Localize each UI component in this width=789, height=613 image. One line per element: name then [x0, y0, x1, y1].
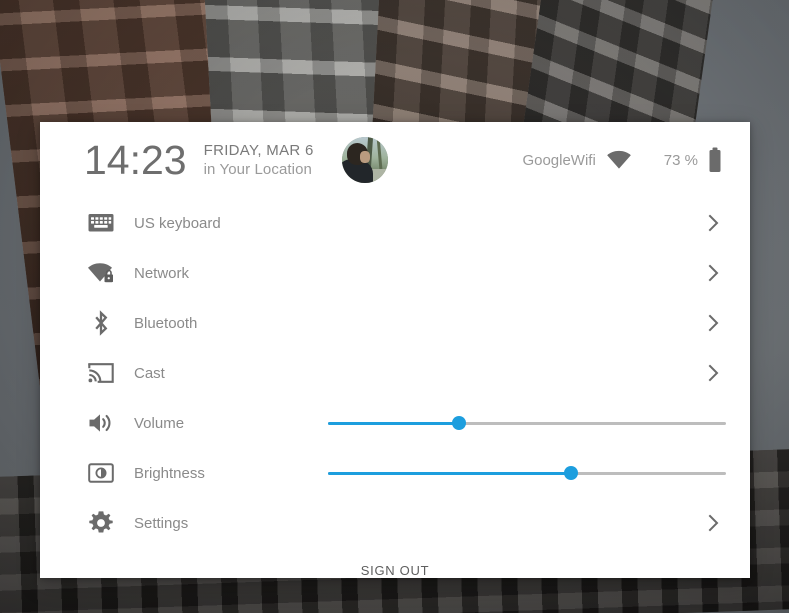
- tray-row-label: Bluetooth: [134, 314, 198, 332]
- tray-row-label: Network: [134, 264, 190, 282]
- chevron-right-icon[interactable]: [702, 211, 726, 235]
- battery-full-icon: [708, 147, 722, 173]
- desktop-wallpaper: 14:23 FRIDAY, MAR 6 in Your Location Goo…: [0, 0, 789, 613]
- battery-percent-label: 73 %: [663, 151, 698, 169]
- slider-thumb[interactable]: [452, 416, 467, 430]
- brightness-icon[interactable]: [84, 456, 118, 490]
- tray-header: 14:23 FRIDAY, MAR 6 in Your Location Goo…: [40, 122, 750, 198]
- wifi-icon: [606, 150, 632, 170]
- system-tray-panel: 14:23 FRIDAY, MAR 6 in Your Location Goo…: [40, 122, 750, 578]
- sign-out-bar: SIGN OUT: [40, 548, 750, 592]
- network-name-label: GoogleWifi: [522, 151, 596, 169]
- brightness-slider[interactable]: [328, 456, 726, 490]
- tray-row-keyboard[interactable]: US keyboard: [40, 198, 750, 248]
- chevron-right-icon[interactable]: [702, 361, 726, 385]
- chevron-right-icon[interactable]: [702, 311, 726, 335]
- cast-icon: [84, 356, 118, 390]
- avatar-person-face: [360, 150, 371, 163]
- tray-row-bluetooth[interactable]: Bluetooth: [40, 298, 750, 348]
- slider-thumb[interactable]: [563, 466, 578, 480]
- tray-row-label: Cast: [134, 364, 165, 382]
- sign-out-button[interactable]: SIGN OUT: [361, 563, 429, 578]
- clock-time: 14:23: [84, 136, 187, 183]
- location-label: in Your Location: [203, 161, 312, 178]
- tray-row-label: Settings: [134, 514, 189, 532]
- volume-icon[interactable]: [84, 406, 118, 440]
- tray-row-label: US keyboard: [134, 214, 221, 232]
- slider-fill: [328, 471, 571, 475]
- tray-row-label: Volume: [134, 414, 185, 432]
- chevron-right-icon[interactable]: [702, 261, 726, 285]
- wifi-lock-icon: [84, 256, 118, 290]
- settings-gear-icon: [84, 506, 118, 540]
- tray-row-volume[interactable]: Volume: [40, 398, 750, 448]
- slider-fill: [328, 421, 460, 425]
- tray-row-network[interactable]: Network: [40, 248, 750, 298]
- tray-row-brightness[interactable]: Brightness: [40, 448, 750, 498]
- tray-row-cast[interactable]: Cast: [40, 348, 750, 398]
- tray-rows: US keyboard Network Bluetooth Cast Volum…: [40, 198, 750, 548]
- volume-slider[interactable]: [328, 406, 726, 440]
- chevron-right-icon[interactable]: [702, 511, 726, 535]
- keyboard-icon: [84, 206, 118, 240]
- tray-row-settings[interactable]: Settings: [40, 498, 750, 548]
- date-label: FRIDAY, MAR 6: [203, 141, 314, 159]
- bluetooth-icon: [84, 306, 118, 340]
- date-location-block: FRIDAY, MAR 6 in Your Location: [204, 141, 314, 179]
- avatar[interactable]: [341, 137, 388, 183]
- tray-row-label: Brightness: [134, 464, 205, 482]
